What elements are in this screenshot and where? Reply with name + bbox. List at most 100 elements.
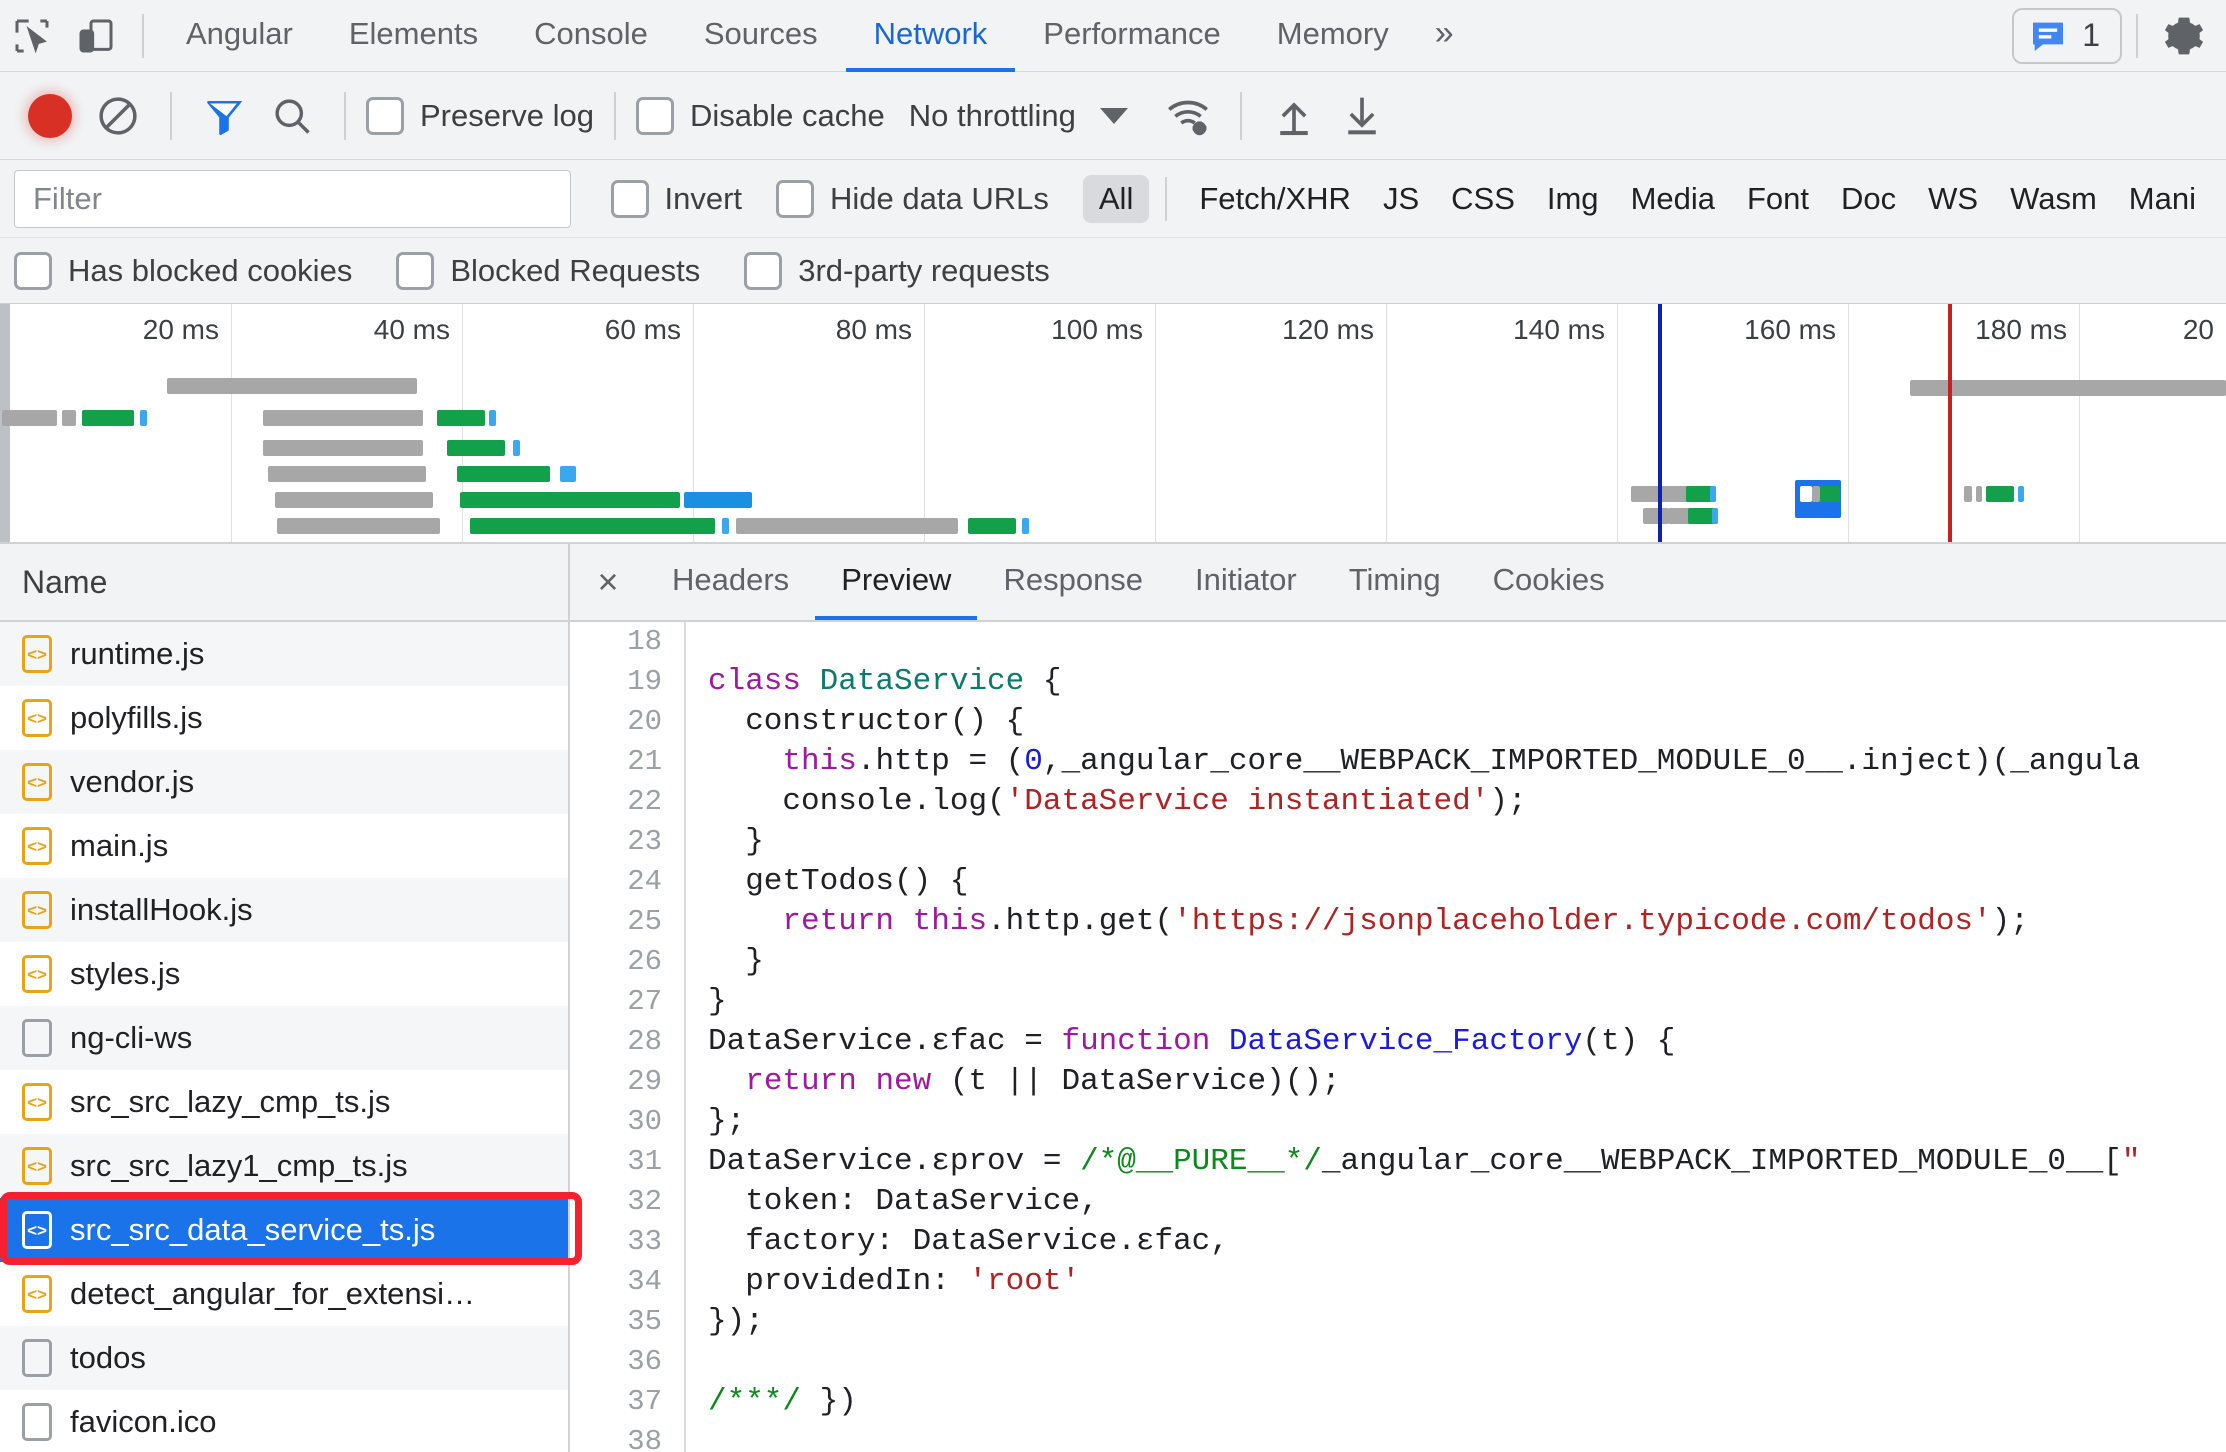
request-row-ng-cli-ws[interactable]: ng-cli-ws bbox=[0, 1006, 568, 1070]
resource-type-ws[interactable]: WS bbox=[1912, 175, 1994, 223]
request-row-installhook-js[interactable]: <> installHook.js bbox=[0, 878, 568, 942]
resource-type-css[interactable]: CSS bbox=[1435, 175, 1531, 223]
resource-type-js[interactable]: JS bbox=[1367, 175, 1435, 223]
export-har-button[interactable] bbox=[1330, 84, 1394, 148]
close-icon[interactable]: × bbox=[570, 544, 646, 620]
hide-data-urls-label: Hide data URLs bbox=[830, 181, 1049, 217]
code-line: }; bbox=[708, 1102, 2226, 1142]
dom-content-loaded-marker bbox=[1658, 304, 1662, 542]
tab-elements[interactable]: Elements bbox=[321, 0, 506, 72]
network-conditions-button[interactable] bbox=[1156, 84, 1220, 148]
tab-performance[interactable]: Performance bbox=[1015, 0, 1248, 72]
line-number: 23 bbox=[570, 822, 662, 862]
waterfall-bar bbox=[1976, 486, 1982, 502]
line-number: 30 bbox=[570, 1102, 662, 1142]
waterfall-bar bbox=[2, 410, 57, 426]
code-line: }); bbox=[708, 1302, 2226, 1342]
tab-response[interactable]: Response bbox=[977, 544, 1169, 620]
resource-type-doc[interactable]: Doc bbox=[1825, 175, 1912, 223]
request-name: src_src_data_service_ts.js bbox=[70, 1212, 435, 1248]
checkbox-box bbox=[396, 252, 434, 290]
throttling-dropdown[interactable]: No throttling bbox=[909, 98, 1128, 134]
request-row-src-src-data-service-ts-js[interactable]: <> src_src_data_service_ts.js bbox=[0, 1198, 568, 1262]
request-row-polyfills-js[interactable]: <> polyfills.js bbox=[0, 686, 568, 750]
resource-type-img[interactable]: Img bbox=[1531, 175, 1615, 223]
filter-button[interactable] bbox=[192, 84, 256, 148]
tab-initiator[interactable]: Initiator bbox=[1169, 544, 1323, 620]
timeline-tick-label: 40 ms bbox=[374, 314, 462, 346]
tab-timing[interactable]: Timing bbox=[1323, 544, 1467, 620]
waterfall-bar bbox=[1964, 486, 1972, 502]
waterfall-bar bbox=[62, 410, 76, 426]
has-blocked-cookies-checkbox[interactable]: Has blocked cookies bbox=[14, 252, 352, 290]
line-number: 37 bbox=[570, 1382, 662, 1422]
line-number: 29 bbox=[570, 1062, 662, 1102]
network-main-split: Name <> runtime.js <> polyfills.js <> ve… bbox=[0, 544, 2226, 1452]
filter-toolbar: Invert Hide data URLs All Fetch/XHR JS C… bbox=[0, 160, 2226, 238]
preserve-log-checkbox[interactable]: Preserve log bbox=[366, 97, 594, 135]
issues-counter-button[interactable]: 1 bbox=[2012, 8, 2122, 64]
search-button[interactable] bbox=[260, 84, 324, 148]
waterfall-bar bbox=[560, 466, 576, 482]
js-file-icon: <> bbox=[22, 635, 52, 673]
gear-icon[interactable] bbox=[2152, 4, 2216, 68]
chip-label: Fetch/XHR bbox=[1199, 181, 1351, 216]
clear-button[interactable] bbox=[86, 84, 150, 148]
tab-memory[interactable]: Memory bbox=[1249, 0, 1417, 72]
code-line: this.http = (0,_angular_core__WEBPACK_IM… bbox=[708, 742, 2226, 782]
tab-preview[interactable]: Preview bbox=[815, 544, 977, 620]
filter-input[interactable] bbox=[14, 170, 571, 228]
resource-type-manifest[interactable]: Mani bbox=[2113, 175, 2212, 223]
hide-data-urls-checkbox[interactable]: Hide data URLs bbox=[776, 180, 1049, 218]
tab-network[interactable]: Network bbox=[846, 0, 1016, 72]
line-number: 28 bbox=[570, 1022, 662, 1062]
line-number: 20 bbox=[570, 702, 662, 742]
device-toolbar-icon[interactable] bbox=[64, 4, 128, 68]
tab-sources[interactable]: Sources bbox=[676, 0, 846, 72]
inspect-element-icon[interactable] bbox=[0, 4, 64, 68]
request-row-styles-js[interactable]: <> styles.js bbox=[0, 942, 568, 1006]
issues-speech-bubble-icon bbox=[2028, 16, 2068, 56]
resource-type-media[interactable]: Media bbox=[1615, 175, 1731, 223]
waterfall-bar bbox=[470, 518, 715, 534]
issues-count: 1 bbox=[2082, 17, 2100, 54]
request-row-favicon-ico[interactable]: favicon.ico bbox=[0, 1390, 568, 1452]
invert-checkbox[interactable]: Invert bbox=[611, 180, 743, 218]
third-party-requests-checkbox[interactable]: 3rd-party requests bbox=[744, 252, 1050, 290]
tab-label: Initiator bbox=[1195, 562, 1297, 598]
request-row-runtime-js[interactable]: <> runtime.js bbox=[0, 622, 568, 686]
record-button[interactable] bbox=[18, 84, 82, 148]
blocked-requests-checkbox[interactable]: Blocked Requests bbox=[396, 252, 700, 290]
request-row-src-src-lazy1-cmp-ts-js[interactable]: <> src_src_lazy1_cmp_ts.js bbox=[0, 1134, 568, 1198]
clear-icon bbox=[96, 94, 140, 138]
chip-label: WS bbox=[1928, 181, 1978, 216]
tab-angular[interactable]: Angular bbox=[158, 0, 321, 72]
request-row-src-src-lazy-cmp-ts-js[interactable]: <> src_src_lazy_cmp_ts.js bbox=[0, 1070, 568, 1134]
third-party-requests-label: 3rd-party requests bbox=[798, 253, 1050, 289]
resource-type-font[interactable]: Font bbox=[1731, 175, 1825, 223]
import-har-button[interactable] bbox=[1262, 84, 1326, 148]
resource-type-fetch-xhr[interactable]: Fetch/XHR bbox=[1183, 175, 1367, 223]
more-tabs-button[interactable]: » bbox=[1417, 0, 1472, 72]
tab-headers[interactable]: Headers bbox=[646, 544, 815, 620]
request-list-header[interactable]: Name bbox=[0, 544, 568, 622]
tab-console[interactable]: Console bbox=[506, 0, 676, 72]
disable-cache-checkbox[interactable]: Disable cache bbox=[636, 97, 885, 135]
code-preview[interactable]: 18 19 20 21 22 23 24 25 26 27 28 29 30 3… bbox=[570, 622, 2226, 1452]
request-row-main-js[interactable]: <> main.js bbox=[0, 814, 568, 878]
resource-type-wasm[interactable]: Wasm bbox=[1994, 175, 2113, 223]
timeline-tick-label: 180 ms bbox=[1975, 314, 2079, 346]
code-lines: class DataService { constructor() { this… bbox=[686, 622, 2226, 1452]
network-overview-timeline[interactable]: 20 ms 40 ms 60 ms 80 ms 100 ms 120 ms 14… bbox=[0, 304, 2226, 544]
wifi-settings-icon bbox=[1165, 93, 1211, 139]
resource-type-all[interactable]: All bbox=[1083, 175, 1149, 223]
request-row-detect-angular-for-extension[interactable]: <> detect_angular_for_extensi… bbox=[0, 1262, 568, 1326]
request-list[interactable]: <> runtime.js <> polyfills.js <> vendor.… bbox=[0, 622, 568, 1452]
timeline-tick-label: 120 ms bbox=[1282, 314, 1386, 346]
waterfall-bar bbox=[684, 492, 752, 508]
tab-label: Elements bbox=[349, 16, 478, 52]
request-row-todos[interactable]: todos bbox=[0, 1326, 568, 1390]
tab-cookies[interactable]: Cookies bbox=[1467, 544, 1631, 620]
request-row-vendor-js[interactable]: <> vendor.js bbox=[0, 750, 568, 814]
toolbar-divider bbox=[1240, 92, 1242, 140]
